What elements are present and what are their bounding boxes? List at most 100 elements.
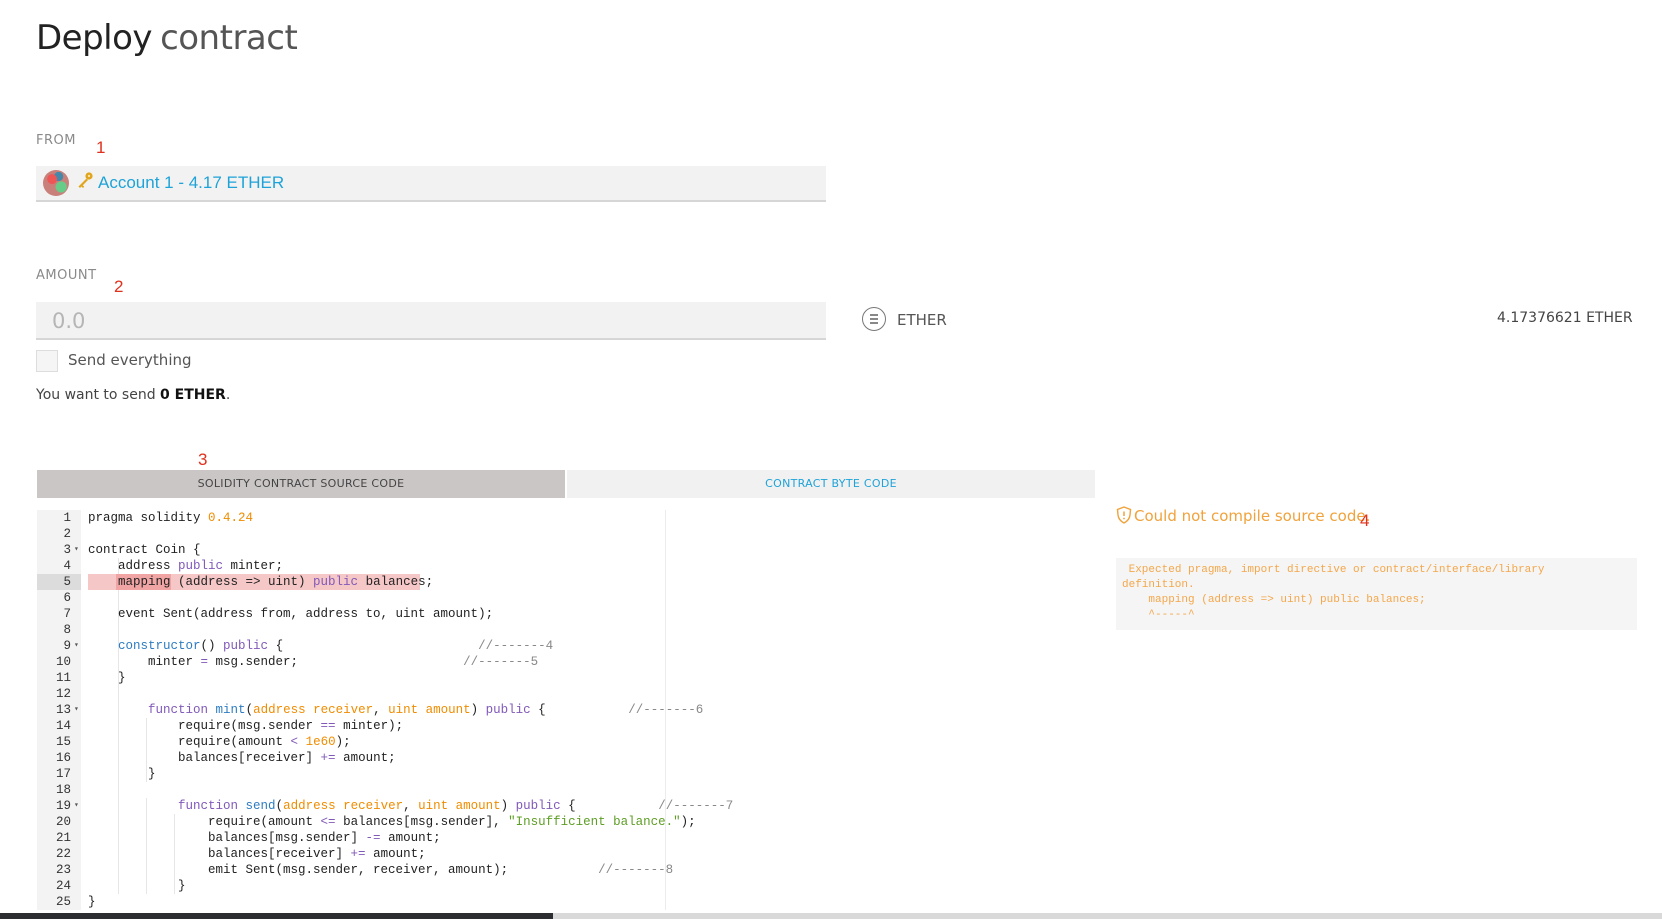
amount-input[interactable] xyxy=(50,306,814,336)
code-line[interactable]: 12 xyxy=(37,686,665,702)
code-line[interactable]: 21 balances[msg.sender] -= amount; xyxy=(37,830,665,846)
code-text: constructor() public { //-------4 xyxy=(118,639,554,653)
code-text: event Sent(address from, address to, uin… xyxy=(88,607,494,621)
amount-label: AMOUNT xyxy=(36,268,97,283)
line-number: 14 xyxy=(55,719,71,733)
annotation-marker-4: 4 xyxy=(1360,511,1370,530)
line-number: 16 xyxy=(55,751,71,765)
code-line[interactable]: 20 require(amount <= balances[msg.sender… xyxy=(37,814,696,830)
from-account-label: Account 1 - 4.17 ETHER xyxy=(98,173,285,192)
code-text: address public minter; xyxy=(88,559,284,573)
code-text: } xyxy=(88,879,186,893)
code-line[interactable]: 11 } xyxy=(37,670,665,686)
code-text: function send(address receiver, uint amo… xyxy=(178,799,734,813)
code-line[interactable]: 7 event Sent(address from, address to, u… xyxy=(37,606,665,622)
identicon-avatar xyxy=(43,170,69,196)
line-number: 2 xyxy=(63,527,71,541)
page-title: Deploy contract xyxy=(36,18,298,58)
code-line[interactable]: 18 xyxy=(37,782,665,798)
bottom-scrollbar-thumb[interactable] xyxy=(0,913,553,919)
code-text: } xyxy=(88,671,126,685)
code-line[interactable]: 14 require(msg.sender == minter); xyxy=(37,718,665,734)
code-line[interactable]: 1 pragma solidity 0.4.24 xyxy=(37,510,665,526)
code-text: } xyxy=(88,895,96,909)
bottom-scrollbar-track[interactable] xyxy=(553,913,1662,919)
ether-icon[interactable] xyxy=(862,307,886,331)
code-line[interactable]: 3 ▾ contract Coin { xyxy=(37,542,665,558)
line-number: 20 xyxy=(55,815,71,829)
line-number: 24 xyxy=(55,879,71,893)
code-line[interactable]: 23 emit Sent(msg.sender, receiver, amoun… xyxy=(37,862,673,878)
line-number: 19 xyxy=(55,799,71,813)
amount-field-wrapper xyxy=(36,302,826,340)
line-number: 18 xyxy=(55,783,71,797)
send-everything-checkbox[interactable] xyxy=(36,350,58,372)
annotation-marker-3: 3 xyxy=(198,450,208,469)
code-text: function mint(address receiver, uint amo… xyxy=(148,703,703,717)
editor-print-margin xyxy=(665,510,666,910)
code-line[interactable]: 6 xyxy=(37,590,665,606)
compile-error-message: Expected pragma, import directive or con… xyxy=(1122,564,1545,621)
code-line[interactable]: 19 ▾ function send(address receiver, uint… xyxy=(37,798,733,814)
line-number: 5 xyxy=(63,575,71,589)
code-text: require(amount <= balances[msg.sender], … xyxy=(88,815,696,829)
code-line[interactable]: 22 balances[receiver] += amount; xyxy=(37,846,665,862)
line-number: 25 xyxy=(55,895,71,909)
line-number: 9 xyxy=(63,639,71,653)
line-number: 3 xyxy=(63,543,71,557)
code-line[interactable]: 8 xyxy=(37,622,665,638)
line-number: 10 xyxy=(55,655,71,669)
send-summary: You want to send 0 ETHER. xyxy=(36,387,230,403)
page-title-bold: Deploy xyxy=(36,18,153,58)
code-line[interactable]: 16 balances[receiver] += amount; xyxy=(37,750,665,766)
tab-byte-code[interactable]: CONTRACT BYTE CODE xyxy=(567,470,1095,498)
code-line[interactable]: 10 minter = msg.sender; //-------5 xyxy=(37,654,665,670)
currency-unit-label[interactable]: ETHER xyxy=(897,311,947,329)
line-number: 1 xyxy=(63,511,71,525)
code-text: balances[receiver] += amount; xyxy=(88,847,426,861)
code-line[interactable]: 2 xyxy=(37,526,665,542)
code-text: pragma solidity 0.4.24 xyxy=(88,511,254,525)
shield-warning-icon xyxy=(1116,506,1132,524)
code-line[interactable]: 17 } xyxy=(37,766,665,782)
compile-status: Could not compile source code. xyxy=(1134,507,1371,525)
line-number: 22 xyxy=(55,847,71,861)
send-summary-prefix: You want to send xyxy=(36,387,161,403)
line-number: 11 xyxy=(55,671,71,685)
line-number: 15 xyxy=(55,735,71,749)
code-text: require(msg.sender == minter); xyxy=(88,719,404,733)
key-icon xyxy=(76,171,94,194)
code-line[interactable]: 9 ▾ constructor() public { //-------4 xyxy=(37,638,665,654)
annotation-marker-1: 1 xyxy=(96,138,106,157)
code-text: contract Coin { xyxy=(88,543,201,557)
code-line[interactable]: 25} xyxy=(37,894,665,910)
code-text: balances[msg.sender] -= amount; xyxy=(88,831,441,845)
code-text: balances[receiver] += amount; xyxy=(88,751,396,765)
line-number: 13 xyxy=(55,703,71,717)
code-line[interactable]: 13 ▾ function mint(address receiver, uint… xyxy=(37,702,703,718)
line-number: 4 xyxy=(63,559,71,573)
code-text: require(amount < 1e60); xyxy=(88,735,351,749)
compile-error-box: Expected pragma, import directive or con… xyxy=(1116,558,1637,630)
line-number: 6 xyxy=(63,591,71,605)
from-label: FROM xyxy=(36,133,76,148)
code-text: minter = msg.sender; //-------5 xyxy=(88,655,539,669)
fold-toggle-icon[interactable]: ▾ xyxy=(74,702,79,718)
fold-toggle-icon[interactable]: ▾ xyxy=(74,542,79,558)
from-account-select[interactable]: Account 1 - 4.17 ETHER xyxy=(36,166,826,202)
page-title-light: contract xyxy=(160,18,298,58)
line-number: 7 xyxy=(63,607,71,621)
code-line[interactable]: 5 mapping (address => uint) public balan… xyxy=(37,574,665,590)
code-line[interactable]: 4 address public minter; xyxy=(37,558,665,574)
tab-solidity-source[interactable]: SOLIDITY CONTRACT SOURCE CODE xyxy=(37,470,565,498)
code-line[interactable]: 15 require(amount < 1e60); xyxy=(37,734,665,750)
code-line[interactable]: 24 } xyxy=(37,878,665,894)
line-number: 21 xyxy=(55,831,71,845)
fold-toggle-icon[interactable]: ▾ xyxy=(74,638,79,654)
send-everything-label[interactable]: Send everything xyxy=(68,351,192,369)
code-editor[interactable]: 1 pragma solidity 0.4.24 2 3 ▾ contract Coin … xyxy=(37,510,733,910)
send-summary-value: 0 ETHER xyxy=(160,387,226,403)
line-number: 17 xyxy=(55,767,71,781)
line-number: 23 xyxy=(55,863,71,877)
fold-toggle-icon[interactable]: ▾ xyxy=(74,798,79,814)
